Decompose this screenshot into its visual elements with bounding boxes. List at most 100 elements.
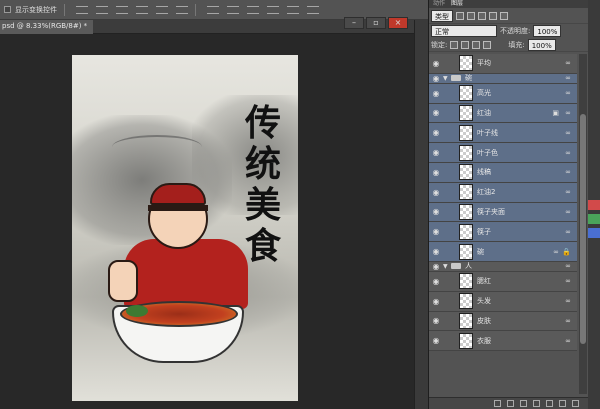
blend-mode-dropdown[interactable]: 正常 [431, 25, 497, 37]
distribute-right-icon[interactable] [307, 5, 319, 14]
fx-icon[interactable] [507, 400, 514, 407]
layer-name[interactable]: 叶子线 [477, 128, 498, 138]
checkbox-icon[interactable] [4, 6, 11, 13]
swatch-blue[interactable] [588, 228, 600, 238]
tab-layers[interactable]: 图层 [451, 0, 463, 8]
visibility-eye-icon[interactable]: ◉ [429, 316, 443, 325]
filter-shape-icon[interactable] [489, 11, 497, 20]
visibility-eye-icon[interactable]: ◉ [429, 262, 443, 271]
layer-row[interactable]: ◉ 筷子夹面 ∞ [429, 202, 577, 223]
visibility-eye-icon[interactable]: ◉ [429, 297, 443, 306]
layer-name[interactable]: 平均 [477, 58, 491, 68]
document-tab[interactable]: psd @ 8.33%(RGB/8#) * [0, 20, 94, 34]
fill-field[interactable]: 100% [527, 38, 556, 51]
layer-name[interactable]: 头发 [477, 296, 491, 306]
distribute-top-icon[interactable] [207, 5, 219, 14]
layer-name[interactable]: 人 [465, 261, 472, 271]
layer-name[interactable]: 腮红 [477, 276, 491, 286]
tab-actions[interactable]: 动作 [433, 0, 445, 8]
align-center-icon[interactable] [156, 5, 168, 14]
layer-name[interactable]: 线稿 [477, 167, 491, 177]
visibility-eye-icon[interactable]: ◉ [429, 277, 443, 286]
close-icon[interactable]: × [388, 17, 408, 29]
canvas-area[interactable]: 传 统 美 食 [0, 35, 428, 409]
layer-row[interactable]: ◉ 碗 ∞ 🔒 [429, 242, 577, 262]
layer-row[interactable]: ◉ 红油 ▣ ∞ [429, 103, 577, 124]
visibility-eye-icon[interactable]: ◉ [429, 128, 443, 137]
visibility-eye-icon[interactable]: ◉ [429, 227, 443, 236]
layer-name[interactable]: 红油 [477, 108, 491, 118]
filter-pixel-icon[interactable] [456, 11, 464, 20]
group-row-person[interactable]: ◉ ▼ 人 ∞ [429, 261, 577, 272]
layer-name[interactable]: 碗 [465, 73, 472, 83]
align-bottom-icon[interactable] [116, 5, 128, 14]
visibility-eye-icon[interactable]: ◉ [429, 207, 443, 216]
filter-text-icon[interactable] [478, 11, 486, 20]
restore-icon[interactable]: ▫ [366, 17, 386, 29]
new-layer-icon[interactable] [559, 400, 566, 407]
layer-row[interactable]: ◉ 叶子线 ∞ [429, 123, 577, 144]
minimize-icon[interactable]: – [344, 17, 364, 29]
trash-icon[interactable] [572, 400, 579, 407]
visibility-eye-icon[interactable]: ◉ [429, 247, 443, 256]
layer-row[interactable]: ◉ 平均 ∞ [429, 54, 577, 74]
layer-row[interactable]: ◉ 头发 ∞ [429, 291, 577, 312]
layer-name[interactable]: 筷子夹面 [477, 207, 505, 217]
layer-name[interactable]: 高光 [477, 88, 491, 98]
adjustment-icon[interactable] [533, 400, 540, 407]
link-icon: ∞ [565, 128, 571, 137]
align-left-icon[interactable] [136, 5, 148, 14]
visibility-eye-icon[interactable]: ◉ [429, 108, 443, 117]
link-layers-icon[interactable] [494, 400, 501, 407]
layer-name[interactable]: 红油2 [477, 187, 495, 197]
layer-row[interactable]: ◉ 筷子 ∞ [429, 222, 577, 243]
layer-row[interactable]: ◉ 叶子色 ∞ [429, 143, 577, 163]
layers-scrollbar[interactable] [579, 54, 587, 394]
layer-row[interactable]: ◉ 红油2 ∞ [429, 182, 577, 203]
right-dock-strip[interactable] [588, 0, 600, 409]
new-group-icon[interactable] [546, 400, 553, 407]
lock-paint-icon[interactable] [461, 40, 470, 49]
visibility-eye-icon[interactable]: ◉ [429, 188, 443, 197]
layer-row[interactable]: ◉ 皮肤 ∞ [429, 311, 577, 332]
show-transform-controls-label[interactable]: 显示变换控件 [15, 5, 57, 15]
collapsed-panel-strip[interactable] [414, 20, 428, 409]
mask-icon[interactable] [520, 400, 527, 407]
layer-name[interactable]: 筷子 [477, 227, 491, 237]
layer-row[interactable]: ◉ 衣服 ∞ [429, 331, 577, 352]
filter-adjustment-icon[interactable] [467, 11, 475, 20]
visibility-eye-icon[interactable]: ◉ [429, 89, 443, 98]
opacity-field[interactable]: 100% [533, 25, 562, 37]
layer-row[interactable]: ◉ 线稿 ∞ [429, 162, 577, 183]
layer-name[interactable]: 叶子色 [477, 148, 498, 158]
artwork-canvas[interactable]: 传 统 美 食 [72, 55, 298, 401]
lock-move-icon[interactable] [472, 40, 481, 49]
filter-type-dropdown[interactable]: 类型 [431, 9, 453, 22]
layer-row[interactable]: ◉ 腮红 ∞ [429, 271, 577, 292]
visibility-eye-icon[interactable]: ◉ [429, 168, 443, 177]
distribute-center-icon[interactable] [287, 5, 299, 14]
layer-row[interactable]: ◉ 高光 ∞ [429, 83, 577, 104]
visibility-eye-icon[interactable]: ◉ [429, 74, 443, 83]
filter-smart-object-icon[interactable] [500, 11, 508, 20]
distribute-middle-icon[interactable] [227, 5, 239, 14]
swatch-red[interactable] [588, 200, 600, 210]
align-middle-icon[interactable] [96, 5, 108, 14]
swatch-green[interactable] [588, 214, 600, 224]
align-top-icon[interactable] [76, 5, 88, 14]
visibility-eye-icon[interactable]: ◉ [429, 336, 443, 345]
distribute-left-icon[interactable] [267, 5, 279, 14]
lock-transparent-icon[interactable] [450, 40, 459, 49]
layer-name[interactable]: 衣服 [477, 336, 491, 346]
layer-name[interactable]: 碗 [477, 247, 484, 257]
align-right-icon[interactable] [176, 5, 188, 14]
scrollbar-thumb[interactable] [580, 114, 586, 344]
visibility-eye-icon[interactable]: ◉ [429, 148, 443, 157]
group-row-bowl[interactable]: ◉ ▼ 碗 ∞ [429, 73, 577, 84]
chevron-down-icon[interactable]: ▼ [443, 75, 451, 82]
chevron-down-icon[interactable]: ▼ [443, 263, 451, 270]
visibility-eye-icon[interactable]: ◉ [429, 59, 443, 68]
distribute-bottom-icon[interactable] [247, 5, 259, 14]
layer-name[interactable]: 皮肤 [477, 316, 491, 326]
lock-all-icon[interactable] [483, 40, 492, 49]
